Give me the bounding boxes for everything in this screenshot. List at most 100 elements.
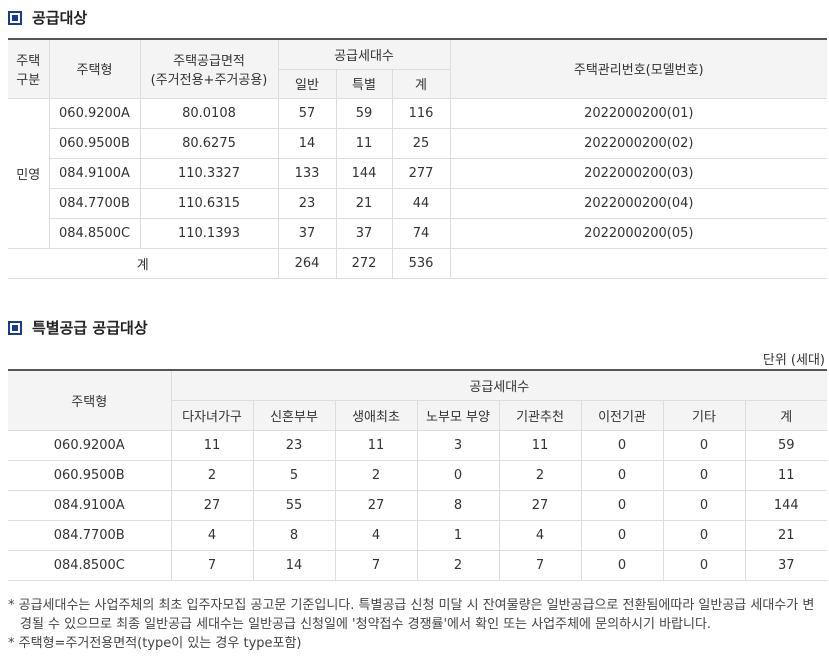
general-cell: 23 (277, 187, 337, 219)
value-cell: 8 (416, 489, 500, 521)
special-cell: 59 (335, 97, 393, 129)
value-cell: 0 (662, 549, 746, 581)
value-cell: 2 (498, 459, 582, 491)
type-cell: 060.9200A (8, 429, 172, 461)
header-supply-units: 공급세대수 (170, 369, 828, 401)
table-row: 060.9200A 11 23 11 3 11 0 0 59 (8, 429, 828, 461)
footnote-supply: * 공급세대수는 사업주체의 최초 입주자모집 공고문 기준입니다. 특별공급 … (8, 598, 815, 632)
footnotes: * 공급세대수는 사업주체의 최초 입주자모집 공고문 기준입니다. 특별공급 … (8, 596, 823, 653)
type-cell: 084.9100A (49, 157, 141, 189)
table-row: 민영 060.9200A 80.0108 57 59 116 202200020… (8, 97, 828, 249)
header-general: 일반 (278, 68, 337, 99)
mgmt-number-cell: 2022000200(03) (449, 157, 828, 189)
total-cell: 116 (391, 97, 451, 129)
sum-general: 264 (277, 247, 337, 279)
total-cell: 277 (391, 157, 451, 189)
area-cell: 80.6275 (139, 127, 279, 159)
total-cell: 74 (391, 217, 451, 249)
table-row: 084.9100A 27 55 27 8 27 0 0 144 (8, 489, 828, 521)
header-total: 계 (391, 68, 451, 99)
area-cell: 110.3327 (139, 157, 279, 189)
value-cell: 21 (744, 519, 828, 551)
sum-special: 272 (335, 247, 393, 279)
header-total: 계 (744, 399, 828, 431)
total-cell: 44 (391, 187, 451, 219)
value-cell: 11 (498, 429, 582, 461)
value-cell: 0 (662, 459, 746, 491)
value-cell: 7 (334, 549, 418, 581)
category-cell: 민영 (8, 97, 50, 249)
table-row: 084.9100A 110.3327 133 144 277 202200020… (8, 157, 828, 189)
mgmt-number-cell: 2022000200(01) (449, 97, 828, 129)
table-row: 084.7700B 110.6315 23 21 44 2022000200(0… (8, 187, 828, 219)
value-cell: 14 (252, 549, 336, 581)
value-cell: 27 (498, 489, 582, 521)
value-cell: 3 (416, 429, 500, 461)
value-cell: 37 (744, 549, 828, 581)
sum-total: 536 (391, 247, 451, 279)
section-title-supply: 공급대상 (8, 7, 87, 28)
type-cell: 084.8500C (8, 549, 172, 581)
footnote-housing-type: * 주택형=주거전용면적(type이 있는 경우 type포함) (8, 636, 302, 651)
header-housing-type: 주택형 (48, 38, 141, 99)
square-bullet-icon (8, 10, 22, 25)
value-cell: 11 (170, 429, 254, 461)
special-cell: 144 (335, 157, 393, 189)
total-cell: 25 (391, 127, 451, 159)
square-bullet-icon (8, 320, 22, 335)
table-row: 060.9500B 2 5 2 0 2 0 0 11 (8, 459, 828, 491)
unit-label: 단위 (세대) (762, 353, 825, 368)
value-cell: 27 (170, 489, 254, 521)
sum-row: 계 264 272 536 (8, 247, 828, 279)
value-cell: 0 (416, 459, 500, 491)
header-relocated: 이전기관 (580, 399, 664, 431)
value-cell: 4 (170, 519, 254, 551)
header-management-number: 주택관리번호(모델번호) (449, 38, 828, 99)
sum-empty-cell (449, 247, 828, 279)
mgmt-number-cell: 2022000200(02) (449, 127, 828, 159)
value-cell: 4 (498, 519, 582, 551)
special-cell: 11 (335, 127, 393, 159)
value-cell: 0 (662, 519, 746, 551)
value-cell: 2 (334, 459, 418, 491)
value-cell: 0 (580, 519, 664, 551)
special-cell: 37 (335, 217, 393, 249)
header-multi-child: 다자녀가구 (171, 399, 254, 431)
section-title-text: 특별공급 공급대상 (32, 319, 148, 337)
type-cell: 060.9500B (8, 459, 172, 491)
value-cell: 7 (498, 549, 582, 581)
header-supply-units: 공급세대수 (277, 38, 451, 70)
section-title-special-supply: 특별공급 공급대상 (8, 317, 148, 338)
section-title-text: 공급대상 (32, 9, 88, 27)
type-cell: 060.9200A (48, 97, 141, 129)
value-cell: 0 (580, 489, 664, 521)
supply-table: 주택 구분 주택형 주택공급면적 (주거전용+주거공용) 공급세대수 주택관리번호(… (8, 38, 828, 279)
sum-label: 계 (8, 247, 279, 279)
general-cell: 57 (277, 97, 337, 129)
table-row: 060.9500B 80.6275 14 11 25 2022000200(02… (8, 127, 828, 159)
type-cell: 060.9500B (49, 127, 141, 159)
general-cell: 37 (277, 217, 337, 249)
value-cell: 0 (580, 459, 664, 491)
value-cell: 0 (662, 489, 746, 521)
header-housing-category: 주택 구분 (8, 38, 50, 99)
general-cell: 133 (277, 157, 337, 189)
table-row: 084.7700B 4 8 4 1 4 0 0 21 (8, 519, 828, 551)
header-other: 기타 (662, 399, 746, 431)
type-cell: 084.7700B (8, 519, 172, 551)
table-row: 084.8500C 7 14 7 2 7 0 0 37 (8, 549, 828, 581)
value-cell: 8 (252, 519, 336, 551)
value-cell: 4 (334, 519, 418, 551)
value-cell: 23 (252, 429, 336, 461)
mgmt-number-cell: 2022000200(05) (449, 217, 828, 249)
value-cell: 55 (252, 489, 336, 521)
mgmt-number-cell: 2022000200(04) (449, 187, 828, 219)
type-cell: 084.7700B (49, 187, 141, 219)
general-cell: 14 (277, 127, 337, 159)
value-cell: 59 (744, 429, 828, 461)
value-cell: 11 (334, 429, 418, 461)
special-supply-table: 주택형 공급세대수 다자녀가구 신혼부부 생애최초 노부모 부양 기관추천 이전… (8, 369, 828, 581)
value-cell: 27 (334, 489, 418, 521)
area-cell: 80.0108 (139, 97, 279, 129)
header-first-home: 생애최초 (334, 399, 418, 431)
